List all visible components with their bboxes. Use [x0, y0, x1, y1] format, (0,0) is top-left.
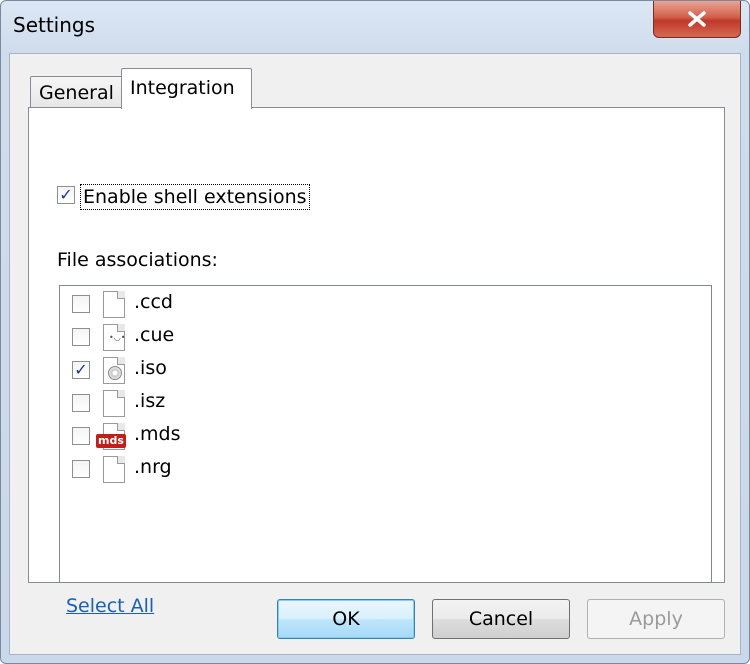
- list-item[interactable]: .nrg: [60, 454, 360, 484]
- disc-image-icon: [103, 357, 125, 384]
- cue-file-icon: •◡•: [103, 324, 125, 351]
- blank-file-icon: [103, 291, 125, 318]
- extension-label: .cue: [134, 324, 175, 346]
- shell-extensions-checkbox[interactable]: ✓: [57, 186, 75, 204]
- checkmark-icon: ✓: [59, 185, 73, 204]
- association-checkbox[interactable]: [72, 460, 90, 478]
- association-checkbox[interactable]: [72, 427, 90, 445]
- apply-button[interactable]: Apply: [587, 599, 725, 639]
- settings-window: Settings General Integration ✓ Enable sh…: [0, 0, 750, 664]
- extension-label: .iso: [134, 357, 167, 379]
- association-checkbox[interactable]: [72, 295, 90, 313]
- extension-label: .ccd: [134, 291, 173, 313]
- cancel-button[interactable]: Cancel: [432, 599, 570, 639]
- tab-integration-label: Integration: [130, 77, 235, 99]
- ok-button[interactable]: OK: [277, 599, 415, 639]
- shell-extensions-label[interactable]: Enable shell extensions: [80, 184, 310, 210]
- extension-label: .nrg: [134, 456, 172, 478]
- mds-file-icon: mds: [96, 423, 126, 450]
- list-item[interactable]: .isz: [60, 388, 360, 418]
- association-checkbox[interactable]: [72, 394, 90, 412]
- list-item[interactable]: •◡• .cue: [60, 322, 360, 352]
- select-all-link[interactable]: Select All: [66, 595, 154, 617]
- checkmark-icon: ✓: [74, 360, 88, 379]
- blank-file-icon: [103, 390, 125, 417]
- tab-general[interactable]: General: [30, 76, 123, 109]
- close-button[interactable]: [653, 1, 741, 38]
- association-checkbox[interactable]: [72, 328, 90, 346]
- mds-badge: mds: [96, 434, 126, 448]
- list-item[interactable]: mds .mds: [60, 421, 360, 451]
- close-icon: [688, 11, 706, 27]
- tab-integration[interactable]: Integration: [121, 68, 252, 109]
- extension-label: .mds: [134, 423, 181, 445]
- extension-label: .isz: [134, 390, 166, 412]
- blank-file-icon: [103, 456, 125, 483]
- dialog-client-area: General Integration ✓ Enable shell exten…: [9, 53, 741, 655]
- list-item[interactable]: ✓ .iso: [60, 355, 360, 385]
- integration-panel: ✓ Enable shell extensions File associati…: [28, 107, 725, 617]
- association-checkbox[interactable]: ✓: [72, 361, 90, 379]
- window-title: Settings: [13, 13, 96, 37]
- file-associations-label: File associations:: [57, 249, 218, 271]
- list-item[interactable]: .ccd: [60, 289, 360, 319]
- file-associations-list[interactable]: .ccd •◡• .cue ✓ .iso .isz mds .mds .nrg: [59, 285, 712, 583]
- tab-general-label: General: [39, 82, 114, 104]
